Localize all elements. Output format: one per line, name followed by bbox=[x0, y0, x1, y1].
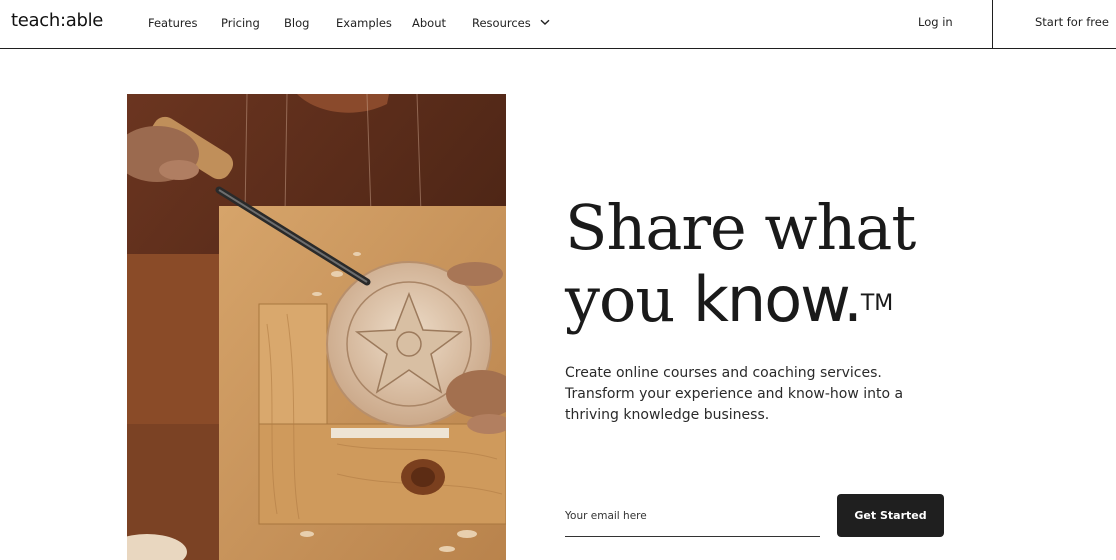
hero-subtext: Create online courses and coaching servi… bbox=[565, 365, 904, 423]
nav-pricing-link[interactable]: Pricing bbox=[221, 16, 260, 30]
top-navigation-bar: teach:able Features Pricing Blog Example… bbox=[0, 0, 1116, 49]
nav-divider bbox=[992, 0, 993, 48]
chevron-down-icon bbox=[540, 19, 550, 25]
trademark-mark: TM bbox=[860, 291, 894, 316]
nav-features-link[interactable]: Features bbox=[148, 16, 197, 30]
nav-resources-label: Resources bbox=[472, 16, 531, 30]
email-field-wrapper bbox=[565, 500, 820, 537]
headline-line-2: you know.TM bbox=[565, 264, 985, 336]
login-link[interactable]: Log in bbox=[918, 15, 953, 29]
headline-you: you bbox=[565, 263, 693, 336]
start-for-free-link[interactable]: Start for free bbox=[1035, 15, 1109, 29]
nav-about-link[interactable]: About bbox=[412, 16, 446, 30]
get-started-button[interactable]: Get Started bbox=[837, 494, 944, 537]
nav-examples-link[interactable]: Examples bbox=[336, 16, 392, 30]
headline-know: know. bbox=[693, 263, 863, 336]
nav-blog-link[interactable]: Blog bbox=[284, 16, 309, 30]
headline-line-1: Share what bbox=[565, 191, 916, 264]
teachable-logo[interactable]: teach:able bbox=[11, 10, 103, 31]
email-input[interactable] bbox=[565, 500, 820, 532]
hero-headline: Share what you know.TM bbox=[565, 192, 985, 336]
woodcarving-illustration bbox=[127, 94, 506, 560]
hero-woodcarving-image bbox=[127, 94, 506, 560]
nav-resources-dropdown[interactable]: Resources bbox=[472, 16, 550, 30]
